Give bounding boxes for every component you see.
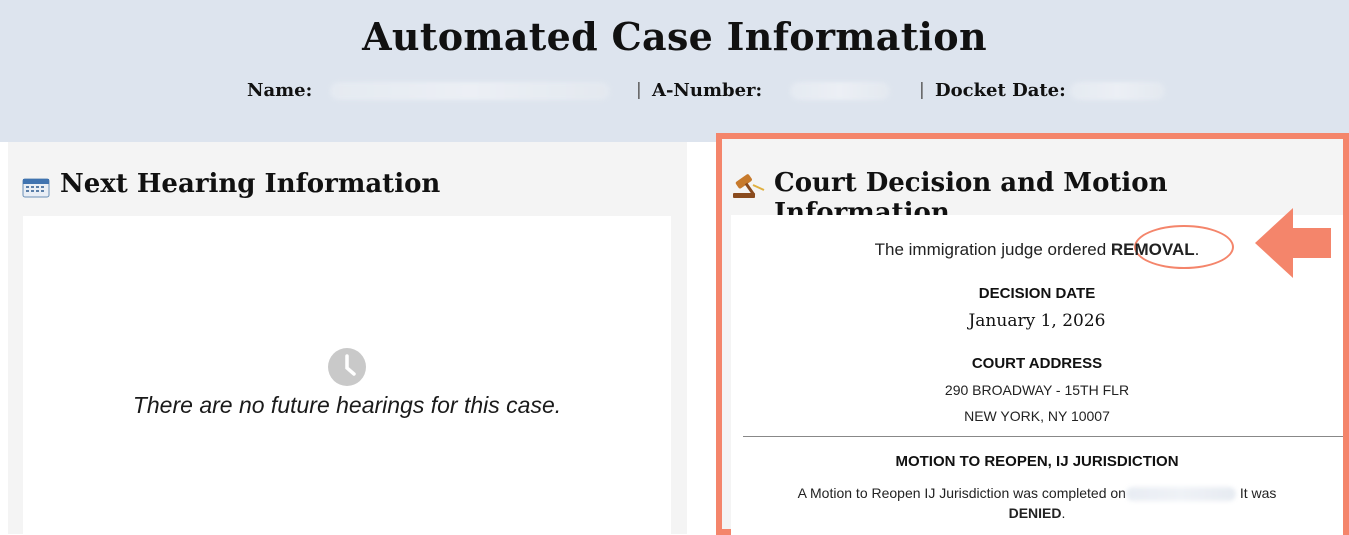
arrow-annotation-icon — [1255, 208, 1331, 278]
a-number-value-redacted — [790, 82, 890, 100]
court-address-line2: NEW YORK, NY 10007 — [964, 408, 1110, 424]
decision-value: REMOVAL — [1110, 240, 1195, 259]
gavel-icon — [733, 174, 765, 198]
court-decision-content: The immigration judge ordered REMOVAL. D… — [731, 215, 1343, 535]
calendar-icon — [22, 178, 50, 198]
next-hearing-content: There are no future hearings for this ca… — [23, 216, 671, 534]
a-number-label: A-Number: — [652, 80, 763, 101]
motion-date-redacted — [1125, 487, 1236, 501]
separator: | — [919, 80, 925, 100]
section-divider — [743, 436, 1343, 437]
docket-date-value-redacted — [1070, 82, 1165, 100]
no-hearings-message: There are no future hearings for this ca… — [132, 392, 562, 418]
motion-result: DENIED — [1008, 505, 1062, 521]
case-identifiers: Name: | A-Number: | Docket Date: — [0, 80, 1349, 102]
motion-description: A Motion to Reopen IJ Jurisdiction was c… — [797, 485, 1277, 521]
decision-date-label: DECISION DATE — [978, 285, 1096, 302]
separator: | — [636, 80, 642, 100]
clock-icon — [328, 348, 366, 386]
next-hearing-panel: Next Hearing Information There are no fu… — [8, 142, 687, 534]
docket-date-label: Docket Date: — [935, 80, 1066, 101]
court-address-label: COURT ADDRESS — [971, 355, 1103, 372]
name-label: Name: — [247, 80, 313, 101]
page-title: Automated Case Information — [362, 14, 987, 59]
next-hearing-title: Next Hearing Information — [60, 169, 441, 199]
decision-summary: The immigration judge ordered REMOVAL. — [874, 240, 1200, 259]
case-header: Automated Case Information Name: | A-Num… — [0, 0, 1349, 142]
motion-label: MOTION TO REOPEN, IJ JURISDICTION — [895, 453, 1179, 470]
name-value-redacted — [330, 82, 610, 100]
decision-date-value: January 1, 2026 — [968, 311, 1106, 331]
court-address-line1: 290 BROADWAY - 15TH FLR — [944, 382, 1130, 398]
court-decision-panel: Court Decision and Motion Information Th… — [716, 133, 1349, 535]
